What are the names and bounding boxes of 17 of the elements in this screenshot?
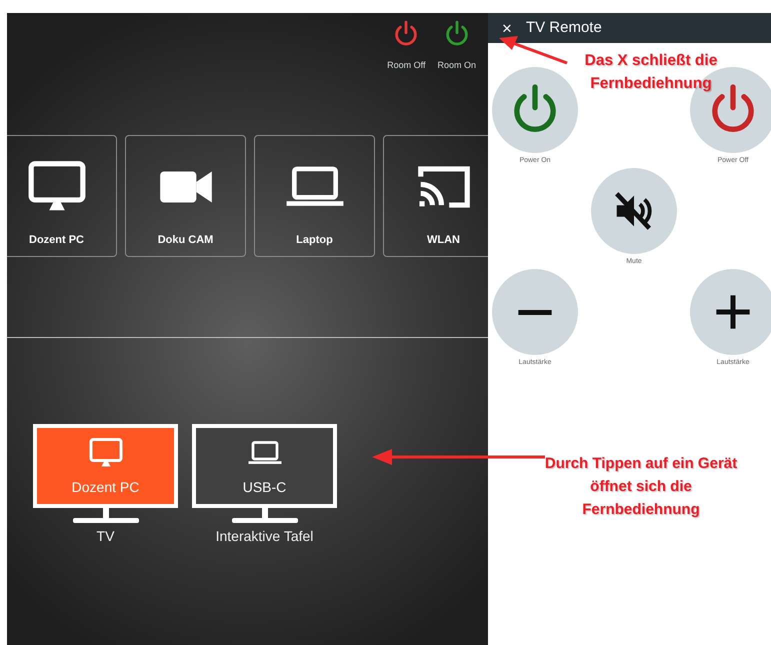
source-tile[interactable]: WLAN bbox=[383, 135, 488, 257]
close-button[interactable]: × bbox=[502, 20, 512, 36]
arrow bbox=[499, 36, 568, 64]
monitor-stand-drawing bbox=[72, 508, 138, 524]
display-label: TV bbox=[96, 527, 114, 546]
remote-title: TV Remote bbox=[526, 18, 602, 38]
room-power-button[interactable]: Room Off bbox=[387, 19, 426, 135]
annotation-text: Durch Tippen auf ein Gerät öffnet sich die Fernbediehnung bbox=[544, 454, 738, 520]
source-tile[interactable]: Dozent PC bbox=[7, 135, 117, 257]
minus-icon bbox=[518, 310, 552, 314]
source-tile[interactable]: Doku CAM bbox=[125, 135, 246, 257]
monitor-stand-drawing bbox=[232, 508, 298, 524]
display-screen[interactable]: USB-C bbox=[192, 424, 337, 508]
room-power-button[interactable]: Room On bbox=[437, 19, 476, 135]
source-tile[interactable]: Laptop bbox=[254, 135, 375, 257]
display-label: Interaktive Tafel bbox=[216, 527, 314, 546]
annotation-text: Das X schließt die Fernbediehnung bbox=[584, 51, 718, 94]
